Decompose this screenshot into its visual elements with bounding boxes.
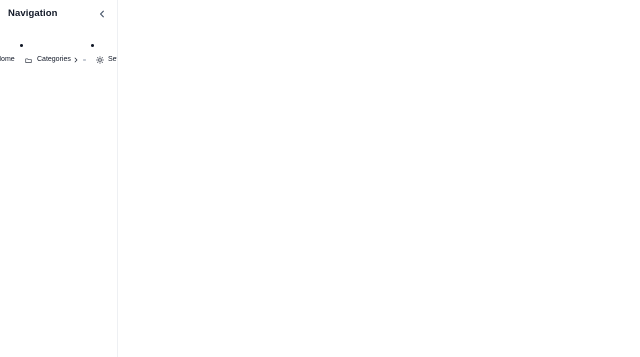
navigation-sidebar: Navigation Home <box>0 0 118 357</box>
sidebar-item-categories[interactable]: Categories <box>25 54 86 66</box>
dash-icon <box>82 59 86 61</box>
sidebar-header: Navigation <box>0 0 117 30</box>
chevron-right-icon <box>74 57 78 63</box>
gear-icon <box>96 56 104 64</box>
chevron-left-icon <box>98 10 106 18</box>
home-indicator-dot <box>20 44 23 47</box>
sidebar-item-home[interactable]: Home <box>0 54 15 66</box>
sidebar-item-settings-label: Set <box>108 56 118 63</box>
folder-icon <box>25 57 32 64</box>
main-content-area <box>119 0 640 357</box>
sidebar-item-home-label: Home <box>0 56 15 63</box>
app-window: Navigation Home <box>0 0 640 357</box>
collapse-sidebar-button[interactable] <box>96 8 108 20</box>
settings-indicator-dot <box>91 44 94 47</box>
navigation-title: Navigation <box>8 8 58 19</box>
sidebar-item-settings[interactable]: Set <box>96 54 118 66</box>
horizontal-navigation: Home Categories <box>0 41 118 71</box>
sidebar-item-categories-label: Categories <box>37 56 71 63</box>
